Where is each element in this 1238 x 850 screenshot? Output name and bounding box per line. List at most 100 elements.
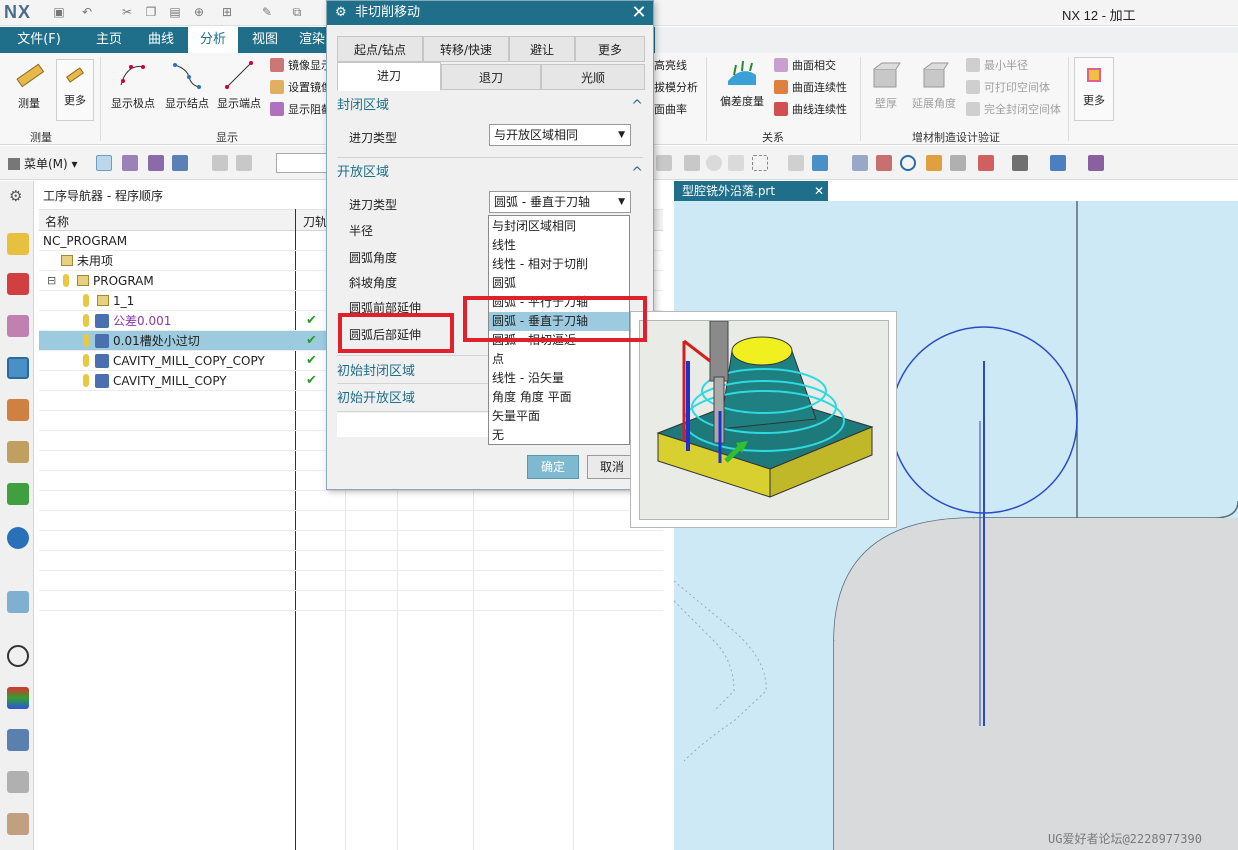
draft-analysis-item[interactable]: 拔模分析 <box>654 79 698 97</box>
settings-gear-icon[interactable]: ⚙ <box>9 187 22 205</box>
cube-icon[interactable] <box>812 155 828 171</box>
show-poles-button[interactable]: 显示极点 <box>106 59 160 111</box>
more-button[interactable]: 更多 <box>1074 57 1114 121</box>
view-tool-icon[interactable] <box>728 155 744 171</box>
surface-continuity-item[interactable]: 曲面连续性 <box>774 79 847 97</box>
process-icon[interactable] <box>7 813 29 835</box>
wall-thickness-button[interactable]: 壁厚 <box>866 59 906 111</box>
collapse-icon[interactable]: ⊟ <box>47 271 56 291</box>
section-icon[interactable] <box>1088 155 1104 171</box>
open-engage-type-select[interactable]: 圆弧 - 垂直于刀轴 ▼ <box>489 191 631 213</box>
shaded-icon[interactable] <box>1050 155 1066 171</box>
dropdown-option[interactable]: 线性 <box>489 236 629 255</box>
layout-icon[interactable] <box>978 155 994 171</box>
dropdown-option[interactable]: 点 <box>489 350 629 369</box>
tab-file[interactable]: 文件(F) <box>0 27 78 53</box>
view-tool-icon[interactable] <box>950 155 966 171</box>
roles-icon[interactable] <box>7 483 29 505</box>
robot-icon[interactable] <box>7 771 29 793</box>
disabled-tool-icon[interactable] <box>212 155 228 171</box>
snap-icon[interactable] <box>122 155 138 171</box>
point-icon[interactable] <box>148 155 164 171</box>
dropdown-option[interactable]: 圆弧 <box>489 274 629 293</box>
menu-button[interactable]: 菜单(M) ▾ <box>8 155 78 172</box>
open-area-section-header[interactable]: 开放区域 ^ <box>337 160 643 186</box>
eraser-icon[interactable]: ✎ <box>260 5 274 19</box>
show-block-item[interactable]: 显示阻截 <box>270 101 332 119</box>
measure-button[interactable]: 测量 <box>8 59 50 111</box>
tool-path-icon[interactable] <box>7 729 29 751</box>
part-file-tab[interactable]: 型腔铣外沿落.prt ✕ <box>674 181 828 201</box>
tab-analysis[interactable]: 分析 <box>188 27 238 53</box>
tab-transfer-rapid[interactable]: 转移/快速 <box>423 36 509 62</box>
dropdown-option[interactable]: 与封闭区域相同 <box>489 217 629 236</box>
tab-engage[interactable]: 进刀 <box>337 62 441 91</box>
cut-icon[interactable]: ✂ <box>120 5 134 19</box>
list-icon[interactable] <box>172 155 188 171</box>
fit-icon[interactable] <box>852 155 868 171</box>
set-mirror-item[interactable]: 设置镜像 <box>270 79 332 97</box>
web-browser-icon[interactable] <box>7 591 29 613</box>
highlight-lines-item[interactable]: 高亮线 <box>654 57 687 75</box>
info-icon[interactable] <box>7 527 29 549</box>
dialog-close-icon[interactable]: ✕ <box>629 3 649 23</box>
dropdown-option[interactable]: 线性 - 沿矢量 <box>489 369 629 388</box>
view-tool-icon[interactable] <box>684 155 700 171</box>
machine-navigator-icon[interactable] <box>7 399 29 421</box>
box-select-icon[interactable] <box>752 155 768 171</box>
tab-smoothing[interactable]: 光顺 <box>541 64 645 90</box>
ok-button[interactable]: 确定 <box>527 455 579 479</box>
assembly-navigator-icon[interactable] <box>7 233 29 255</box>
dropdown-option[interactable]: 无 <box>489 426 629 445</box>
pan-icon[interactable] <box>926 155 942 171</box>
face-curvature-item[interactable]: 面曲率 <box>654 101 687 119</box>
view-tool-icon[interactable] <box>788 155 804 171</box>
copy-icon[interactable]: ❐ <box>144 5 158 19</box>
paste-icon[interactable]: ▤ <box>168 5 182 19</box>
rotate-icon[interactable] <box>900 155 916 171</box>
column-toolpath-header[interactable]: 刀轨 <box>303 213 327 230</box>
surface-intersect-item[interactable]: 曲面相交 <box>774 57 836 75</box>
min-radius-item[interactable]: 最小半径 <box>966 57 1028 75</box>
render-style-icon[interactable] <box>1012 155 1028 171</box>
constraint-navigator-icon[interactable] <box>7 273 29 295</box>
window-icon[interactable]: ⧉ <box>290 5 304 19</box>
closed-area-section-header[interactable]: 封闭区域 ^ <box>337 93 643 119</box>
part-navigator-icon[interactable] <box>7 315 29 337</box>
select-filter-icon[interactable] <box>96 155 112 171</box>
tab-more[interactable]: 更多 <box>575 36 645 62</box>
repeat-icon[interactable]: ⊕ <box>192 5 206 19</box>
tab-start-drill-point[interactable]: 起点/钻点 <box>337 36 423 62</box>
show-endpoints-button[interactable]: 显示端点 <box>212 59 266 111</box>
tab-curve[interactable]: 曲线 <box>136 27 186 53</box>
extend-angle-button[interactable]: 延展角度 <box>906 59 962 111</box>
enclosed-volume-item[interactable]: 完全封闭空间体 <box>966 101 1061 119</box>
mirror-display-item[interactable]: 镜像显示 <box>270 57 332 75</box>
printable-volume-item[interactable]: 可打印空间体 <box>966 79 1050 97</box>
collapse-chevron-icon[interactable]: ^ <box>631 160 643 186</box>
undo-icon[interactable]: ↶ <box>80 5 94 19</box>
filter-field[interactable] <box>276 153 328 173</box>
tab-avoidance[interactable]: 避让 <box>509 36 575 62</box>
column-name-header[interactable]: 名称 <box>45 213 69 230</box>
save-icon[interactable]: ▣ <box>52 5 66 19</box>
curve-continuity-item[interactable]: 曲线连续性 <box>774 101 847 119</box>
collapse-chevron-icon[interactable]: ^ <box>631 93 643 119</box>
reuse-library-icon[interactable] <box>7 441 29 463</box>
palette-icon[interactable] <box>7 687 29 709</box>
tab-retract[interactable]: 退刀 <box>441 64 541 90</box>
deviation-gauge-button[interactable]: 偏差度量 <box>716 57 768 109</box>
closed-engage-type-select[interactable]: 与开放区域相同 ▼ <box>489 124 631 146</box>
tab-view[interactable]: 视图 <box>240 27 290 53</box>
dropdown-option[interactable]: 矢量平面 <box>489 407 629 426</box>
layout-icon[interactable]: ⊞ <box>220 5 234 19</box>
view-tool-icon[interactable] <box>656 155 672 171</box>
dialog-settings-gear-icon[interactable]: ⚙ <box>335 6 349 20</box>
dropdown-option[interactable]: 角度 角度 平面 <box>489 388 629 407</box>
close-tab-icon[interactable]: ✕ <box>814 181 824 201</box>
disabled-tool-icon[interactable] <box>236 155 252 171</box>
show-knots-button[interactable]: 显示结点 <box>160 59 214 111</box>
tab-home[interactable]: 主页 <box>84 27 134 53</box>
zoom-icon[interactable] <box>876 155 892 171</box>
dropdown-option[interactable]: 线性 - 相对于切削 <box>489 255 629 274</box>
